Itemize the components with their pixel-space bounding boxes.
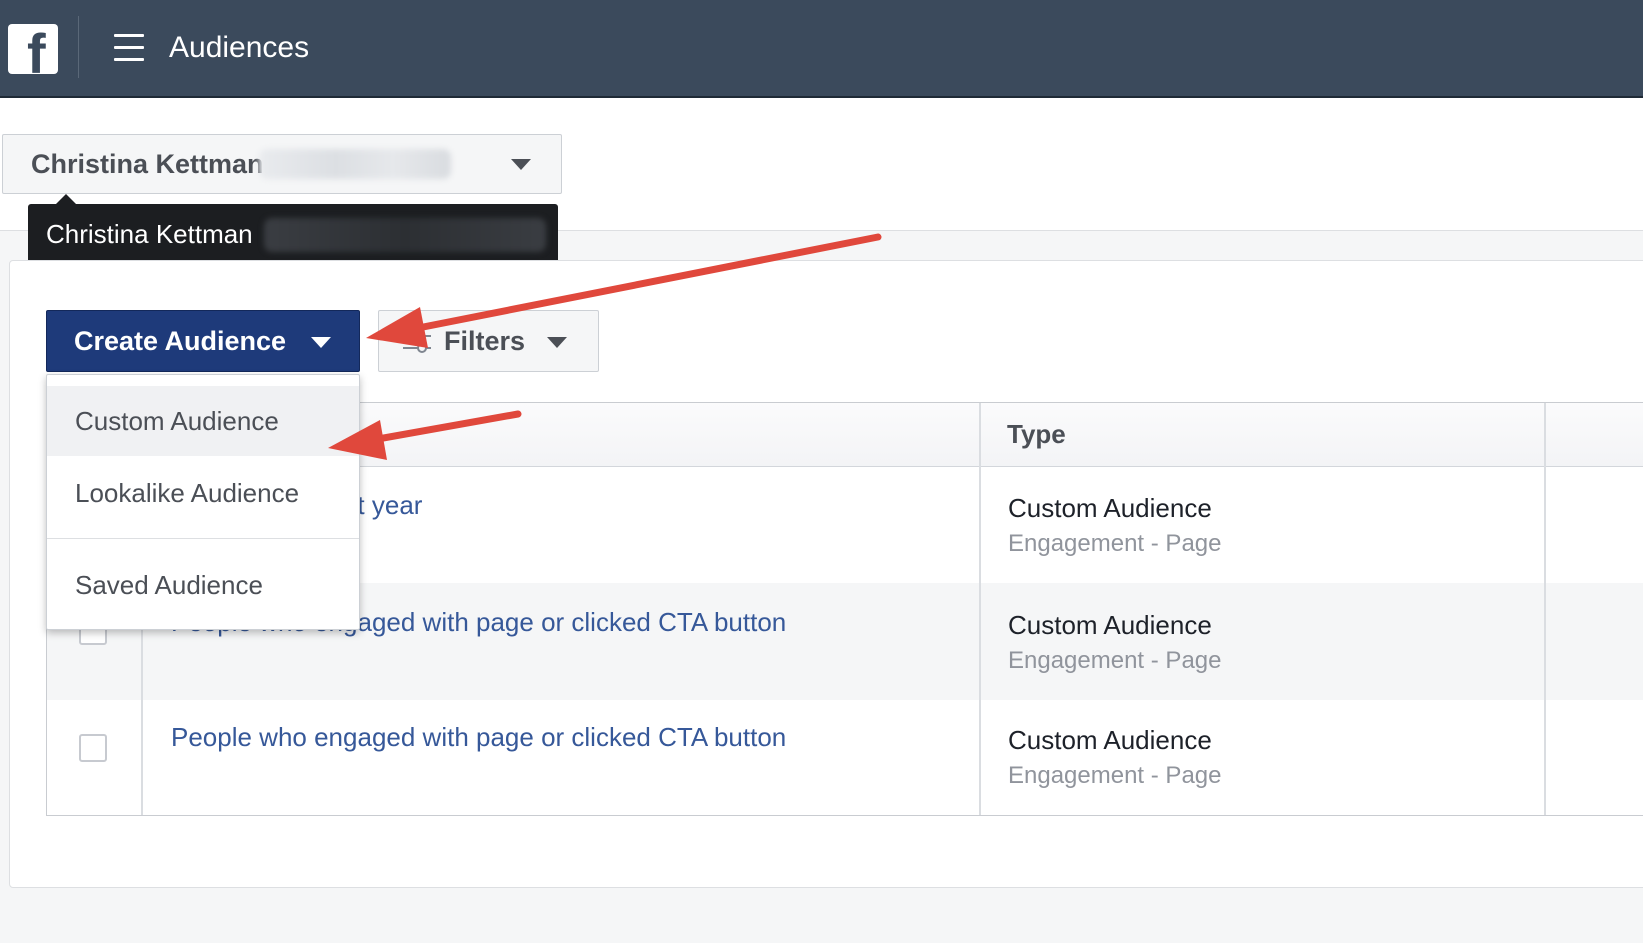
hamburger-menu-icon[interactable] [114, 34, 144, 62]
redacted-account-id [264, 218, 546, 252]
chevron-down-icon [547, 337, 567, 348]
redacted-account-id [259, 149, 451, 179]
sliders-icon [403, 331, 431, 353]
menu-item-saved-audience[interactable]: Saved Audience [47, 550, 359, 620]
menu-item-lookalike-audience[interactable]: Lookalike Audience [47, 458, 359, 528]
tooltip-account-name: Christina Kettman [46, 219, 253, 249]
account-tooltip: Christina Kettman [28, 204, 558, 266]
menu-divider [47, 538, 359, 539]
audience-subtype: Engagement - Page [1008, 762, 1222, 789]
chevron-down-icon [511, 159, 531, 170]
account-name: Christina Kettman [31, 149, 264, 179]
filters-label: Filters [444, 326, 526, 356]
audience-type: Custom Audience [1008, 725, 1212, 755]
facebook-logo-icon[interactable]: f [8, 24, 58, 74]
page-title: Audiences [169, 31, 310, 64]
column-header-type[interactable]: Type [1007, 419, 1066, 450]
account-selector-button[interactable]: Christina Kettman [2, 134, 562, 194]
create-audience-dropdown: Custom Audience Lookalike Audience Saved… [46, 374, 360, 630]
topbar-divider [78, 16, 79, 78]
column-divider [979, 403, 981, 815]
facebook-logo-letter: f [27, 24, 46, 75]
menu-item-label: Custom Audience [75, 406, 279, 436]
row-checkbox[interactable] [79, 734, 107, 762]
filters-button[interactable]: Filters [378, 310, 599, 372]
menu-item-label: Lookalike Audience [75, 478, 300, 508]
chevron-down-icon [311, 337, 331, 348]
audience-name-link[interactable]: People who engaged with page or clicked … [171, 722, 786, 753]
top-bar: f Audiences [0, 0, 1643, 98]
menu-item-label: Saved Audience [75, 570, 263, 600]
table-row: People who engaged with page or clicked … [47, 700, 1643, 817]
create-audience-button[interactable]: Create Audience [46, 310, 360, 372]
audience-subtype: Engagement - Page [1008, 530, 1222, 557]
tooltip-arrow [56, 194, 76, 204]
audience-type: Custom Audience [1008, 610, 1212, 640]
create-audience-label: Create Audience [74, 326, 287, 356]
audience-subtype: Engagement - Page [1008, 647, 1222, 674]
column-divider [1544, 403, 1546, 815]
audience-type: Custom Audience [1008, 493, 1212, 523]
menu-item-custom-audience[interactable]: Custom Audience [47, 386, 359, 456]
